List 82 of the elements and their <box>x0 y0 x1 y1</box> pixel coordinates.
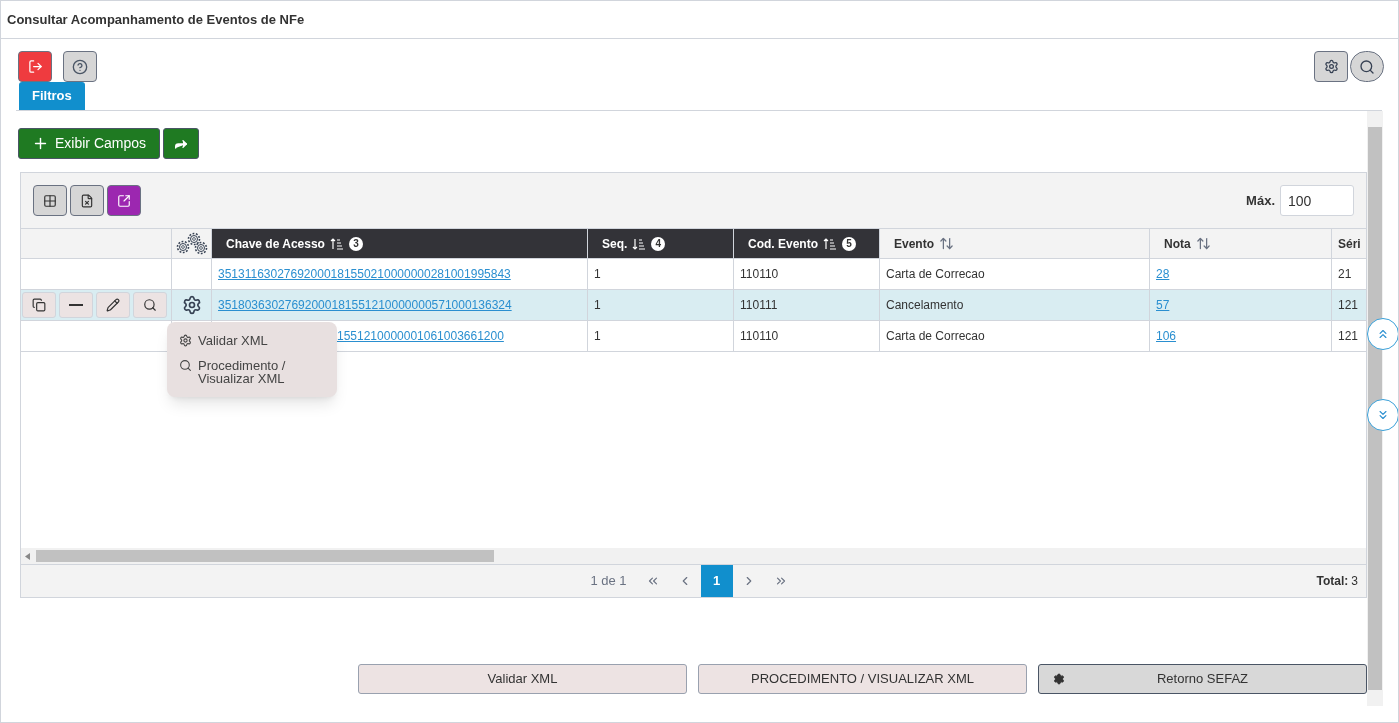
column-header[interactable]: Cod. Evento 5 <box>734 229 880 258</box>
show-fields-button[interactable]: Exibir Campos <box>18 128 161 159</box>
table-link[interactable]: 106 <box>1156 327 1177 345</box>
excel-file-icon <box>80 193 94 208</box>
expand-icon <box>117 193 131 208</box>
menu-item[interactable]: Procedimento / Visualizar XML <box>167 353 337 391</box>
table-cell-text: 1 <box>594 266 601 283</box>
search-button[interactable] <box>1350 51 1384 82</box>
sort-descending-icon <box>632 237 647 250</box>
settings-button[interactable] <box>1314 51 1348 82</box>
page-button[interactable]: 1 <box>700 565 733 597</box>
total-label: Total: <box>1316 573 1349 590</box>
column-header[interactable]: Seq. 4 <box>588 229 734 258</box>
total-count: 3 <box>1351 573 1358 590</box>
window-title: Consultar Acompanhamento de Eventos de NFe <box>1 1 1398 39</box>
column-label: Séri <box>1338 235 1361 253</box>
table-cell-text: 1 <box>594 328 601 345</box>
max-label: Máx. <box>1246 191 1275 210</box>
table-cell-text: 110110 <box>740 328 779 345</box>
max-field[interactable]: 100 <box>1280 185 1354 216</box>
sort-icon <box>939 236 954 251</box>
settings-icon <box>1053 673 1065 685</box>
sort-ascending-icon <box>329 237 344 250</box>
search-icon <box>143 298 157 312</box>
column-label: Cod. Evento <box>748 235 818 253</box>
action-button[interactable]: Validar XML <box>358 664 687 694</box>
table-link[interactable]: 28 <box>1156 265 1170 283</box>
table-cell-text: 110111 <box>740 297 778 314</box>
search-icon <box>179 359 192 372</box>
action-button[interactable]: Retorno SEFAZ <box>1038 664 1367 694</box>
table-cell-text: 110110 <box>740 266 779 283</box>
sort-order-badge: 5 <box>842 236 856 251</box>
copy-icon <box>32 298 46 312</box>
column-label: Nota <box>1164 235 1191 253</box>
table-link[interactable]: 35131163027692000181550210000000281001995843 <box>218 265 511 283</box>
vertical-scrollbar[interactable] <box>1367 111 1383 706</box>
table-cell-text: Carta de Correcao <box>886 266 985 283</box>
exit-button[interactable] <box>18 51 52 82</box>
table-cell-text: 121 <box>1338 328 1359 345</box>
minus-icon <box>69 304 83 306</box>
settings-icon <box>1323 59 1339 74</box>
table-cell-text: 21 <box>1338 266 1352 283</box>
sort-ascending-icon <box>823 237 837 250</box>
table-row[interactable]: 35180363027692000181551210000000571000136324 1 110111 Cancelamento 57 121 <box>21 290 1366 321</box>
expand-button[interactable] <box>107 185 141 216</box>
settings-icon <box>181 295 202 315</box>
search-icon <box>1359 58 1375 75</box>
grid-icon <box>43 193 57 208</box>
column-label: Chave de Acesso <box>226 235 325 253</box>
table-cell-text: Carta de Correcao <box>886 328 985 345</box>
scroll-left-icon <box>25 552 30 560</box>
plus-icon <box>32 135 49 152</box>
double-chevron-down-icon <box>1376 408 1390 422</box>
copy-button[interactable] <box>22 292 56 318</box>
action-button[interactable]: PROCEDIMENTO / VISUALIZAR XML <box>698 664 1027 694</box>
exit-icon <box>27 59 43 74</box>
horizontal-scrollbar[interactable] <box>21 548 1366 564</box>
double-chevron-up-icon <box>1376 327 1390 341</box>
sort-order-badge: 3 <box>348 236 363 251</box>
column-header[interactable]: Chave de Acesso 3 <box>212 229 588 258</box>
remove-button[interactable] <box>59 292 93 318</box>
settings-icon <box>179 334 192 347</box>
table-cell-text: Cancelamento <box>886 297 964 314</box>
table-row[interactable]: 35131163027692000181550210000000281001995843 1 110110 Carta de Correcao 28 21 <box>21 259 1366 290</box>
grid-button[interactable] <box>33 185 67 216</box>
pencil-icon <box>106 298 120 312</box>
sort-icon <box>1195 236 1211 251</box>
help-button[interactable] <box>63 51 97 82</box>
table-cell-text: 1 <box>594 297 601 314</box>
filters-tab[interactable]: Filtros <box>19 82 85 110</box>
help-icon <box>72 58 88 75</box>
menu-item[interactable]: Validar XML <box>167 328 337 353</box>
gears-icon <box>175 231 208 256</box>
page-summary: 1 de 1 <box>590 572 627 591</box>
share-button[interactable] <box>163 128 200 159</box>
sort-order-badge: 4 <box>651 236 666 251</box>
column-label: Seq. <box>602 235 628 253</box>
column-label: Evento <box>894 235 934 253</box>
excel-export-button[interactable] <box>70 185 104 216</box>
table-link[interactable]: 1551210000001061003661200 <box>337 327 504 345</box>
edit-button[interactable] <box>96 292 130 318</box>
table-cell-text: 121 <box>1338 297 1359 314</box>
